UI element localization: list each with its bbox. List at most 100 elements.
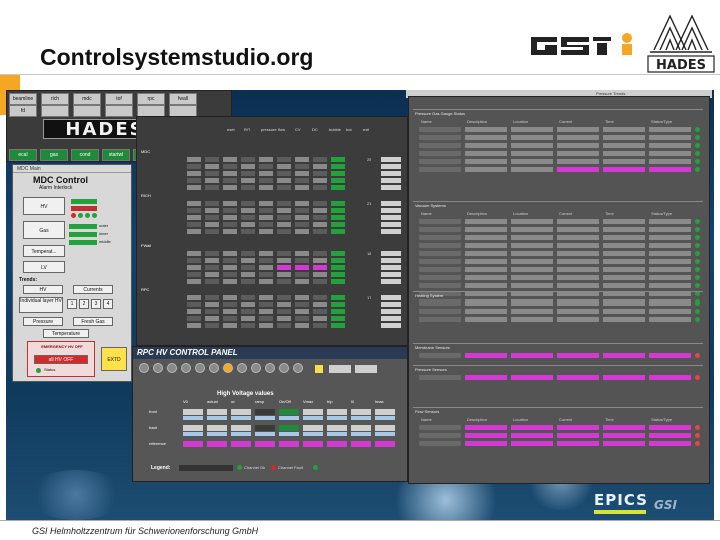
hv-value-cell[interactable] bbox=[375, 425, 395, 431]
details-button[interactable] bbox=[381, 201, 401, 206]
details-button[interactable] bbox=[381, 251, 401, 256]
details-button[interactable] bbox=[381, 229, 401, 234]
number-button-4[interactable]: 4 bbox=[103, 299, 113, 309]
number-button-2[interactable]: 2 bbox=[79, 299, 89, 309]
details-button[interactable] bbox=[381, 185, 401, 190]
hv-setpoint-cell[interactable] bbox=[183, 416, 203, 420]
trend-hv-button[interactable]: HV bbox=[23, 285, 63, 294]
hv-setpoint-cell[interactable] bbox=[351, 432, 371, 436]
hv-value-cell[interactable] bbox=[279, 425, 299, 431]
details-button[interactable] bbox=[381, 279, 401, 284]
hv-value-cell[interactable] bbox=[255, 425, 275, 431]
launcher-button[interactable] bbox=[105, 105, 133, 117]
hv-setpoint-cell[interactable] bbox=[351, 416, 371, 420]
sector-button[interactable] bbox=[329, 365, 351, 373]
sector-button[interactable] bbox=[355, 365, 377, 373]
individual-layer-hv-button[interactable]: Individual layer HV bbox=[19, 297, 63, 313]
details-button[interactable] bbox=[381, 309, 401, 314]
details-button[interactable] bbox=[381, 222, 401, 227]
launcher-button[interactable]: ecal bbox=[9, 149, 37, 161]
hv-setpoint-cell[interactable] bbox=[303, 432, 323, 436]
temperature-button[interactable]: Temperat... bbox=[23, 245, 65, 257]
hv-setpoint-cell[interactable] bbox=[183, 432, 203, 436]
launcher-button[interactable]: tof bbox=[105, 93, 133, 105]
details-button[interactable] bbox=[381, 272, 401, 277]
hv-value-cell[interactable] bbox=[351, 425, 371, 431]
hv-setpoint-cell[interactable] bbox=[207, 416, 227, 420]
details-button[interactable] bbox=[381, 258, 401, 263]
launcher-button[interactable]: fwall bbox=[169, 93, 197, 105]
details-button[interactable] bbox=[381, 302, 401, 307]
launcher-button[interactable]: gas bbox=[40, 149, 68, 161]
sector-selector-icon[interactable] bbox=[167, 363, 177, 373]
sector-selector-icon[interactable] bbox=[265, 363, 275, 373]
hv-value-cell[interactable] bbox=[207, 409, 227, 415]
launcher-button[interactable] bbox=[73, 105, 101, 117]
launcher-button[interactable]: startwl bbox=[102, 149, 130, 161]
hv-setpoint-cell[interactable] bbox=[327, 416, 347, 420]
launcher-button[interactable]: mdc bbox=[73, 93, 101, 105]
hv-value-cell[interactable] bbox=[255, 409, 275, 415]
details-button[interactable] bbox=[381, 265, 401, 270]
sector-selector-icon[interactable] bbox=[209, 363, 219, 373]
details-button[interactable] bbox=[381, 295, 401, 300]
number-button-3[interactable]: 3 bbox=[91, 299, 101, 309]
details-button[interactable] bbox=[381, 323, 401, 328]
hv-value-cell[interactable] bbox=[375, 409, 395, 415]
hv-setpoint-cell[interactable] bbox=[375, 432, 395, 436]
hv-value-cell[interactable] bbox=[303, 425, 323, 431]
launcher-button[interactable] bbox=[41, 105, 69, 117]
sector-selector-icon[interactable] bbox=[181, 363, 191, 373]
hv-value-cell[interactable] bbox=[351, 409, 371, 415]
sector-selector-icon[interactable] bbox=[293, 363, 303, 373]
hv-setpoint-cell[interactable] bbox=[375, 416, 395, 420]
hv-value-cell[interactable] bbox=[207, 425, 227, 431]
sector-selector-icon[interactable] bbox=[251, 363, 261, 373]
hv-setpoint-cell[interactable] bbox=[231, 432, 251, 436]
all-hv-off-button[interactable]: all HV OFF bbox=[34, 355, 88, 364]
hv-setpoint-cell[interactable] bbox=[255, 432, 275, 436]
hv-value-cell[interactable] bbox=[327, 425, 347, 431]
number-button-1[interactable]: 1 bbox=[67, 299, 77, 309]
details-button[interactable] bbox=[381, 171, 401, 176]
launcher-button[interactable]: fd bbox=[9, 105, 37, 117]
hv-setpoint-cell[interactable] bbox=[231, 416, 251, 420]
details-button[interactable] bbox=[381, 208, 401, 213]
launcher-button[interactable]: cond bbox=[71, 149, 99, 161]
hv-button[interactable]: HV bbox=[23, 197, 65, 215]
gas-button[interactable]: Gas bbox=[23, 221, 65, 239]
sector-selector-icon[interactable] bbox=[237, 363, 247, 373]
details-button[interactable] bbox=[381, 157, 401, 162]
launcher-button[interactable]: rich bbox=[41, 93, 69, 105]
fresh-gas-button[interactable]: Fresh Gas bbox=[73, 317, 113, 326]
hv-setpoint-cell[interactable] bbox=[279, 432, 299, 436]
details-button[interactable] bbox=[381, 178, 401, 183]
sector-selector-icon[interactable] bbox=[223, 363, 233, 373]
hv-value-cell[interactable] bbox=[183, 425, 203, 431]
currents-button[interactable]: Currents bbox=[73, 285, 113, 294]
details-button[interactable] bbox=[381, 215, 401, 220]
lv-button[interactable]: LV bbox=[23, 261, 65, 273]
launcher-button[interactable]: rpc bbox=[137, 93, 165, 105]
temperature-trend-button[interactable]: Temperature bbox=[43, 329, 89, 338]
hv-value-cell[interactable] bbox=[231, 409, 251, 415]
sector-selector-icon[interactable] bbox=[153, 363, 163, 373]
hv-setpoint-cell[interactable] bbox=[303, 416, 323, 420]
sector-selector-icon[interactable] bbox=[139, 363, 149, 373]
sector-selector-icon[interactable] bbox=[279, 363, 289, 373]
hv-setpoint-cell[interactable] bbox=[279, 416, 299, 420]
hv-setpoint-cell[interactable] bbox=[255, 416, 275, 420]
hv-value-cell[interactable] bbox=[279, 409, 299, 415]
launcher-button[interactable]: beamline bbox=[9, 93, 37, 105]
hv-value-cell[interactable] bbox=[183, 409, 203, 415]
hv-setpoint-cell[interactable] bbox=[207, 432, 227, 436]
pressure-button[interactable]: Pressure bbox=[23, 317, 63, 326]
details-button[interactable] bbox=[381, 316, 401, 321]
sector-selector-icon[interactable] bbox=[195, 363, 205, 373]
hv-value-cell[interactable] bbox=[327, 409, 347, 415]
hv-value-cell[interactable] bbox=[303, 409, 323, 415]
action-button[interactable]: EXTD bbox=[101, 347, 127, 371]
details-button[interactable] bbox=[381, 164, 401, 169]
hv-setpoint-cell[interactable] bbox=[327, 432, 347, 436]
hv-value-cell[interactable] bbox=[231, 425, 251, 431]
